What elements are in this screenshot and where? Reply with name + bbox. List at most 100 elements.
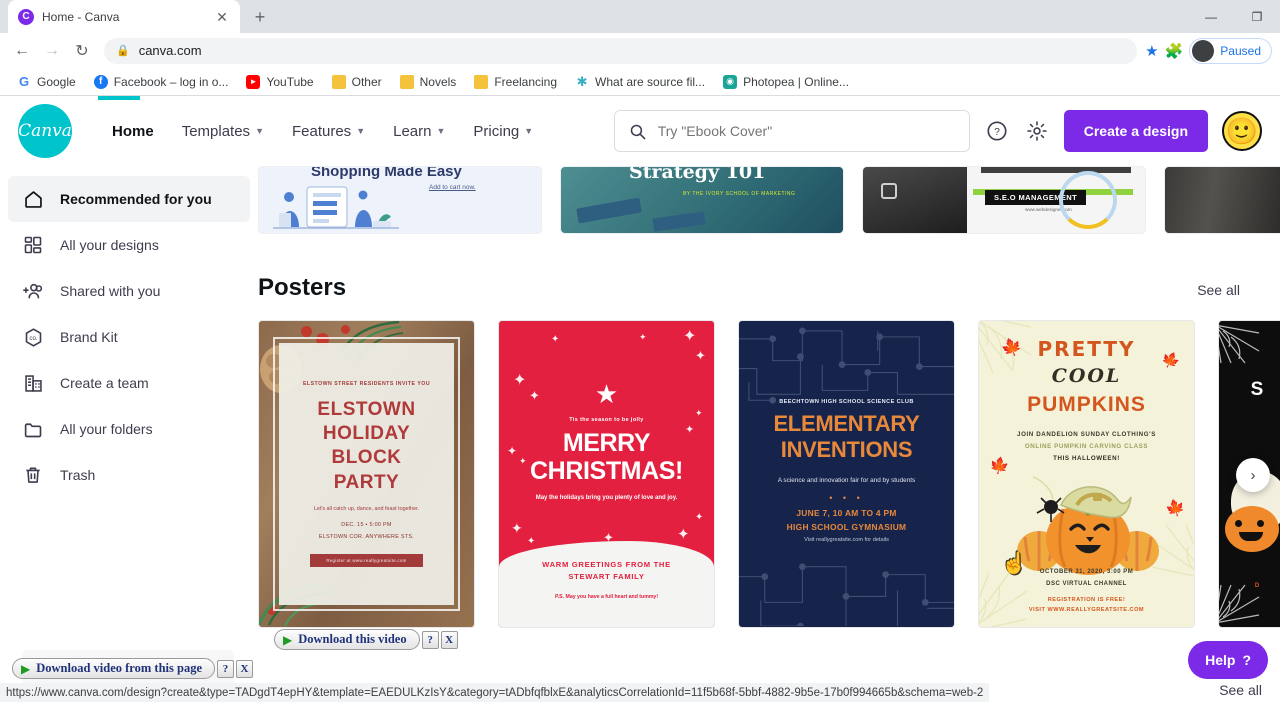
bookmark-photopea[interactable]: ◉ Photopea | Online... (716, 72, 856, 92)
top-card-shopping[interactable]: Shopping Made Easy Add to cart now. (258, 166, 542, 234)
poster-ps: P.S. May you have a full heart and tummy… (554, 594, 659, 600)
poster-title-line2: HOLIDAY (322, 423, 411, 445)
bookmark-google[interactable]: G Google (10, 72, 83, 92)
poster-card-elementary-inventions[interactable]: BEECHTOWN HIGH SCHOOL SCIENCE CLUB ELEME… (738, 320, 955, 628)
star-icon: ★ (594, 379, 619, 409)
poster-title-line1: ELSTOWN (317, 398, 416, 420)
sidebar-item-all-folders[interactable]: All your folders (8, 406, 250, 452)
poster-title-line2: COOL (1051, 365, 1122, 387)
poster-channel: DSC VIRTUAL CHANNEL (1046, 581, 1127, 587)
profile-chip[interactable]: Paused (1189, 37, 1272, 64)
poster-card-elstown[interactable]: ELSTOWN STREET RESIDENTS INVITE YOU ELST… (258, 320, 475, 628)
nav-item-home[interactable]: Home (102, 115, 164, 148)
sidebar-item-label: Recommended for you (60, 191, 212, 207)
folder-icon (474, 74, 489, 89)
folder-icon (331, 74, 346, 89)
bookmark-star-icon[interactable]: ★ (1145, 42, 1158, 60)
bookmarks-bar: G Google f Facebook – log in o... ► YouT… (0, 68, 1280, 96)
avatar[interactable]: 🙂 (1222, 111, 1262, 151)
page-body: Recommended for you All your designs Sha… (0, 166, 1280, 702)
back-icon[interactable]: ← (8, 37, 36, 65)
close-icon[interactable]: X (440, 630, 458, 649)
sidebar-item-shared[interactable]: Shared with you (8, 268, 250, 314)
sidebar-item-label: All your folders (60, 421, 153, 437)
nav-label: Home (112, 122, 154, 140)
search-input[interactable] (657, 123, 955, 139)
new-tab-button[interactable]: + (246, 3, 274, 31)
download-this-video-button[interactable]: ▶ Download this video (274, 629, 420, 650)
snowflake-icon: ✦ (695, 512, 704, 523)
download-video-from-page-label: Download video from this page (36, 661, 202, 675)
browser-toolbar: ← → ↻ 🔒 canva.com ★ 🧩 Paused (0, 33, 1280, 68)
maximize-icon[interactable]: ❐ (1234, 0, 1280, 33)
top-card-seo[interactable]: S.E.O MANAGEMENT www.webdesigner.com (862, 166, 1146, 234)
camera-icon (881, 183, 897, 199)
help-icon[interactable]: ? (217, 659, 234, 678)
poster-subtitle: May the holidays bring you plenty of lov… (535, 495, 678, 501)
help-icon[interactable]: ? (421, 630, 439, 649)
sidebar-item-brand-kit[interactable]: co. Brand Kit (8, 314, 250, 360)
poster-card-merry-christmas[interactable]: ✦ ✦ ✦ ✦ ✦ ✦ ✦ ✦ ✦ ✦ ✦ ✦ ✦ ✦ ✦ ★ Tis the … (498, 320, 715, 628)
bookmark-label: Photopea | Online... (743, 74, 849, 89)
sidebar-item-recommended[interactable]: Recommended for you (8, 176, 250, 222)
sidebar-item-all-designs[interactable]: All your designs (8, 222, 250, 268)
see-all-bottom-link[interactable]: See all (1219, 682, 1262, 698)
poster-card-pretty-cool-pumpkins[interactable]: 🍁 🍁 🍁 🍁 PRETTY COOL PUMPKINS JOIN DANDEL… (978, 320, 1195, 628)
reload-icon[interactable]: ↻ (68, 37, 96, 65)
poster-when: JUNE 7, 10 AM TO 4 PM HIGH SCHOOL GYMNAS… (749, 507, 944, 535)
poster-title-line1: MERRY (562, 429, 651, 457)
carousel-next-button[interactable]: › (1236, 458, 1270, 492)
bookmark-novels[interactable]: Novels (393, 72, 464, 92)
poster-subtitle: Let's all catch up, dance, and feast tog… (313, 505, 420, 512)
extensions-icon[interactable]: 🧩 (1165, 42, 1184, 60)
bookmark-facebook[interactable]: f Facebook – log in o... (87, 72, 236, 92)
main-content: Shopping Made Easy Add to cart now. Stra… (258, 166, 1280, 702)
help-button[interactable]: Help ? (1188, 641, 1268, 679)
minimize-icon[interactable]: — (1188, 0, 1234, 33)
window-controls: — ❐ (1188, 0, 1280, 33)
home-icon (22, 188, 44, 210)
sidebar-item-create-team[interactable]: Create a team (8, 360, 250, 406)
spiderweb-icon (1219, 325, 1260, 364)
poster-kicker: BEECHTOWN HIGH SCHOOL SCIENCE CLUB (779, 399, 914, 405)
download-video-from-page-button[interactable]: ▶ Download video from this page (12, 658, 215, 679)
bookmark-source-files[interactable]: ✱ What are source fil... (568, 72, 712, 92)
bookmark-other[interactable]: Other (325, 72, 389, 92)
canva-logo[interactable]: Canva (18, 104, 72, 158)
nav-item-features[interactable]: Features ▼ (282, 115, 375, 148)
sidebar-item-label: Trash (60, 467, 96, 483)
url-text: canva.com (138, 43, 202, 58)
circuit-pattern (739, 327, 954, 627)
snowflake-icon: ✦ (513, 372, 527, 389)
nav-item-learn[interactable]: Learn ▼ (383, 115, 455, 148)
poster-visit: Visit reallygreatsite.com for details (804, 537, 889, 543)
chevron-down-icon: ▼ (524, 126, 534, 136)
nav-item-templates[interactable]: Templates ▼ (172, 115, 274, 148)
browser-tab[interactable]: C Home - Canva ✕ (8, 0, 240, 33)
help-button-label: Help (1205, 652, 1236, 668)
photopea-icon: ◉ (723, 74, 738, 89)
gear-icon[interactable] (1024, 118, 1050, 144)
help-circle-icon[interactable]: ? (984, 118, 1010, 144)
see-all-link[interactable]: See all (1197, 282, 1240, 298)
spiderweb-icon (1219, 584, 1260, 623)
canva-favicon-icon: C (18, 8, 34, 25)
close-icon[interactable]: X (236, 659, 253, 678)
top-card-strategy[interactable]: Strategy 101 BY THE IVORY SCHOOL OF MARK… (560, 166, 844, 234)
chevron-down-icon: ▼ (356, 126, 366, 136)
main-nav: Home Templates ▼ Features ▼ Learn ▼ Pric… (102, 115, 543, 148)
top-card-dark[interactable] (1164, 166, 1280, 234)
download-this-video-widget: ▶ Download this video ? X (274, 629, 458, 650)
poster-title-line4: PARTY (333, 471, 400, 493)
create-a-design-button[interactable]: Create a design (1063, 110, 1208, 152)
poster-line-1: JOIN DANDELION SUNDAY CLOTHING'S (1017, 431, 1156, 438)
sidebar-item-trash[interactable]: Trash (8, 452, 250, 498)
address-bar[interactable]: 🔒 canva.com (104, 37, 1138, 64)
poster-line-3: THIS HALLOWEEN! (1053, 455, 1120, 462)
search-box[interactable] (613, 110, 970, 152)
bookmark-youtube[interactable]: ► YouTube (239, 72, 320, 92)
close-icon[interactable]: ✕ (214, 9, 230, 25)
bookmark-freelancing[interactable]: Freelancing (467, 72, 564, 92)
nav-item-pricing[interactable]: Pricing ▼ (463, 115, 543, 148)
forward-icon[interactable]: → (38, 37, 66, 65)
